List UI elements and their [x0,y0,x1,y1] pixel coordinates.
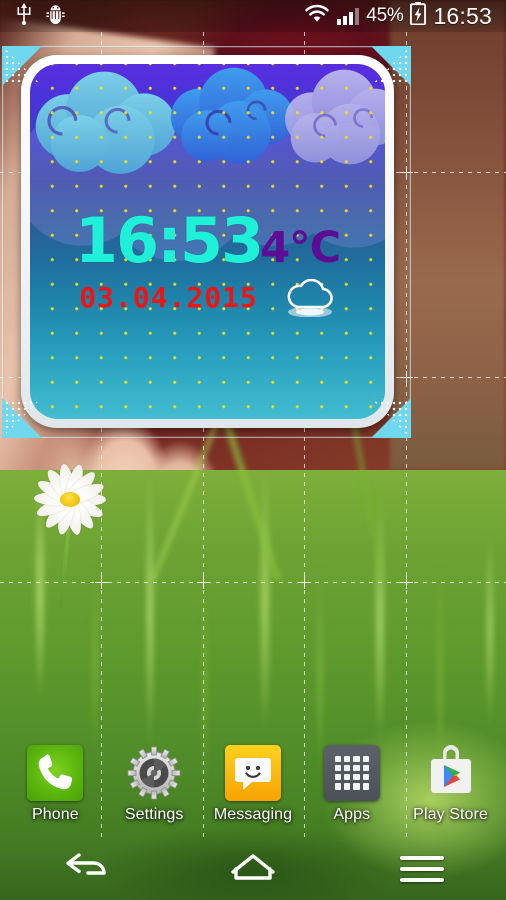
dock-label-settings: Settings [124,805,184,823]
widget-screen: 16:53 4°C 03.04.2015 [30,64,385,419]
widget-resize-handle-top-left[interactable] [2,46,42,86]
dock-label-apps: Apps [333,805,371,823]
wallpaper-daisy-flower [24,462,116,608]
dock: Phone Settings Messaging Apps Play Store [0,730,506,838]
home-icon [227,850,279,889]
back-icon [58,851,110,888]
dock-label-phone: Phone [32,805,79,823]
widget-time: 16:53 [74,204,264,277]
status-bar-clock: 16:53 [433,2,492,29]
widget-time-row: 16:53 4°C [30,210,385,272]
widget-resize-frame[interactable]: 16:53 4°C 03.04.2015 [2,46,411,438]
wifi-icon [304,4,330,28]
android-debug-icon [46,4,65,29]
battery-charging-icon [410,2,427,30]
phone-icon [27,744,84,801]
weather-clock-widget[interactable]: 16:53 4°C 03.04.2015 [21,55,394,428]
widget-resize-handle-bottom-right[interactable] [371,398,411,438]
dock-item-phone[interactable]: Phone [9,744,101,824]
widget-temperature: 4°C [260,223,341,273]
dock-item-messaging[interactable]: Messaging [207,744,299,824]
dock-label-play-store: Play Store [413,805,488,823]
status-bar[interactable]: 45% 16:53 [0,0,506,32]
widget-resize-handle-top-right[interactable] [371,46,411,86]
cloud-icon [284,278,336,318]
dock-label-messaging: Messaging [213,805,293,823]
message-icon [224,744,281,801]
signal-bars-icon [337,7,360,25]
gear-icon [126,745,182,801]
dock-item-apps[interactable]: Apps [306,744,398,824]
play-store-icon [423,744,479,801]
home-button[interactable] [203,842,303,896]
widget-resize-handle-bottom-left[interactable] [2,398,42,438]
daisy-core [60,491,80,507]
back-button[interactable] [34,842,134,896]
navigation-bar [0,838,506,900]
usb-icon [16,2,32,30]
menu-button[interactable] [372,842,472,896]
dock-item-play-store[interactable]: Play Store [405,744,497,824]
widget-date-row: 03.04.2015 [30,278,385,318]
apps-grid-icon [323,744,380,801]
battery-percent-label: 45% [366,5,404,26]
dock-item-settings[interactable]: Settings [108,745,200,824]
widget-date: 03.04.2015 [79,281,258,314]
menu-icon [399,856,444,882]
